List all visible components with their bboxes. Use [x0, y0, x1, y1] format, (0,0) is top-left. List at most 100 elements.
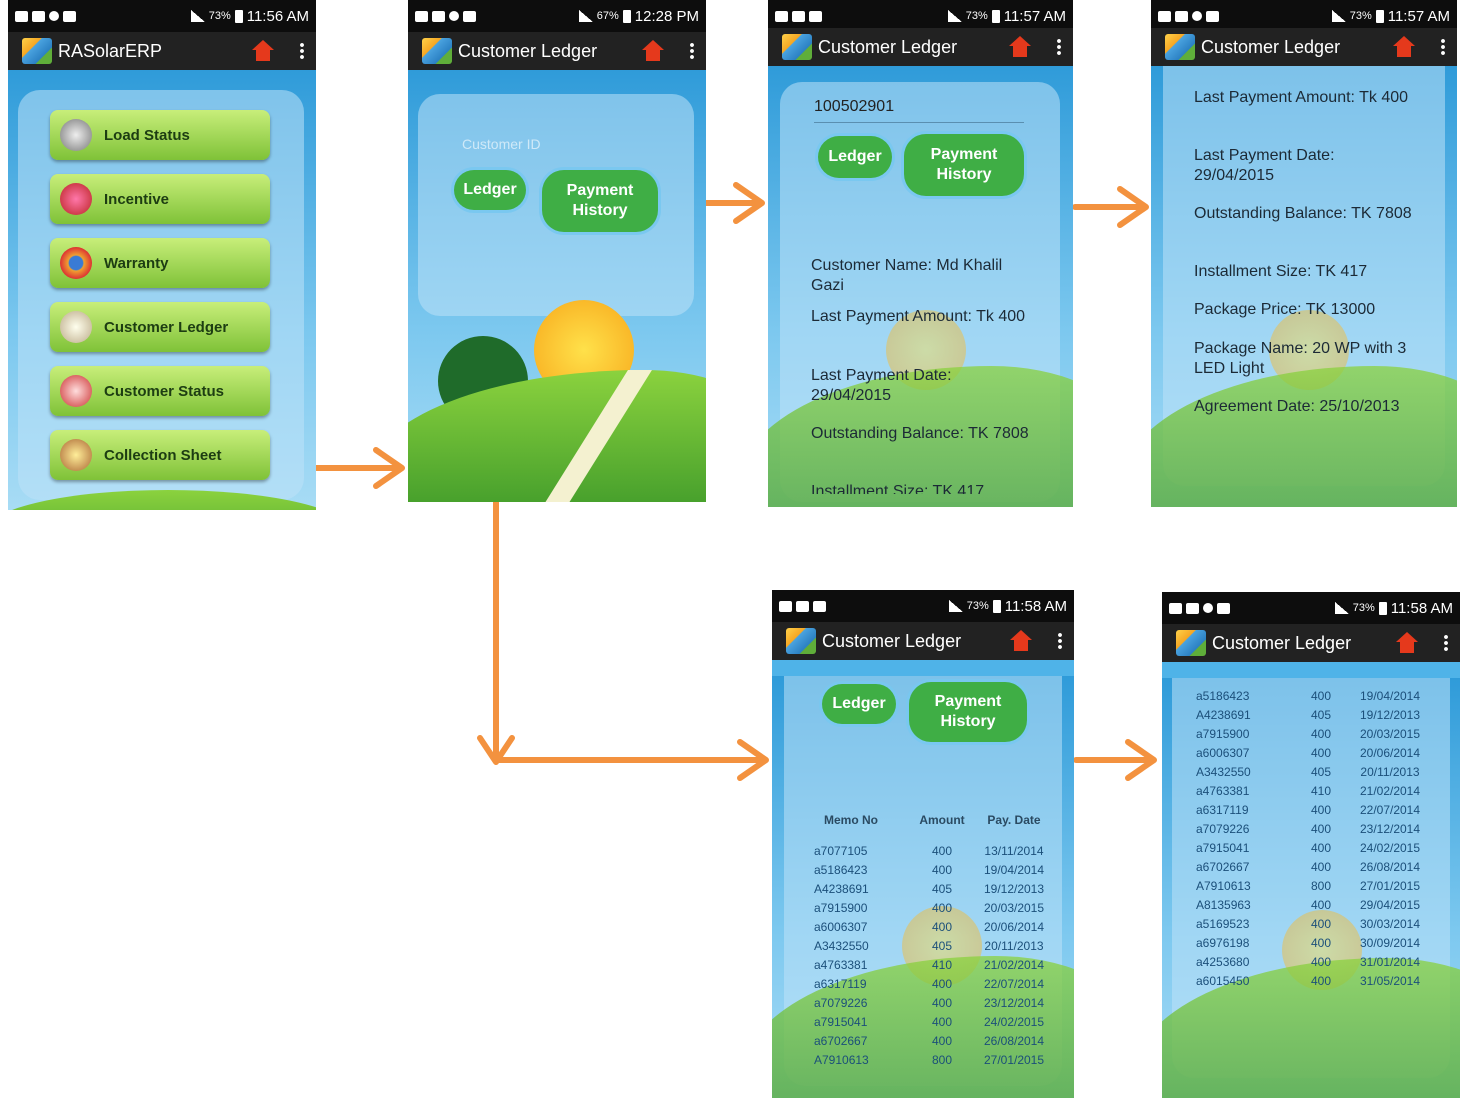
- table-row: a6976198 400 30/09/2014: [1196, 933, 1430, 952]
- action-bar: Customer Ledger: [1162, 624, 1460, 662]
- cell-pay-date: 26/08/2014: [1359, 859, 1421, 874]
- detail-agreement-date: Agreement Date: 25/10/2013: [1194, 398, 1400, 415]
- table-row: A7910613 800 27/01/2015: [1196, 876, 1430, 895]
- cell-amount: 400: [931, 900, 953, 915]
- cell-amount: 400: [931, 862, 953, 877]
- screen-customer-ledger-input: 67% 12:28 PM Customer Ledger Customer ID …: [408, 0, 706, 502]
- table-row: A3432550 405 20/11/2013: [1196, 762, 1430, 781]
- table-row: a7915900 400 20/03/2015: [1196, 724, 1430, 743]
- ledger-button[interactable]: Ledger: [454, 170, 526, 210]
- background: Last Payment Amount: Tk 400 Last Payment…: [1151, 66, 1457, 507]
- cell-amount: 800: [931, 1052, 953, 1067]
- arrow-details-to-more: [1072, 186, 1149, 228]
- ledger-button[interactable]: Ledger: [818, 136, 892, 178]
- overflow-menu-icon[interactable]: [1441, 38, 1445, 56]
- menu-customer-ledger[interactable]: Customer Ledger: [50, 302, 270, 352]
- menu-label: Warranty: [104, 254, 169, 272]
- cell-memo-no: a6317119: [814, 976, 867, 991]
- cell-memo-no: A4238691: [814, 881, 869, 896]
- cell-amount: 400: [931, 1033, 953, 1048]
- table-row: a6006307 400 20/06/2014: [814, 917, 1054, 936]
- cell-pay-date: 21/02/2014: [983, 957, 1045, 972]
- payment-history-button[interactable]: Payment History: [904, 134, 1024, 196]
- cell-amount: 400: [931, 995, 953, 1010]
- table-row: a6702667 400 26/08/2014: [814, 1031, 1054, 1050]
- app-logo-icon: [786, 628, 816, 654]
- cell-pay-date: 21/02/2014: [1359, 783, 1421, 798]
- battery-percent: 73%: [965, 10, 988, 22]
- cell-pay-date: 13/11/2014: [984, 843, 1044, 858]
- payment-history-button[interactable]: Payment History: [542, 170, 658, 232]
- battery-percent: 73%: [1352, 602, 1375, 614]
- table-row: a6317119 400 22/07/2014: [1196, 800, 1430, 819]
- app-logo-icon: [1165, 34, 1195, 60]
- status-time: 11:57 AM: [1003, 7, 1066, 25]
- home-icon[interactable]: [1010, 630, 1032, 652]
- cell-amount: 400: [1310, 935, 1332, 950]
- cell-memo-no: a6006307: [1196, 745, 1250, 760]
- customer-id-input[interactable]: Customer ID: [462, 136, 642, 152]
- home-icon[interactable]: [252, 40, 274, 62]
- menu-customer-status[interactable]: Customer Status: [50, 366, 270, 416]
- battery-percent: 73%: [208, 10, 231, 22]
- table-row: A7910613 800 27/01/2015: [814, 1050, 1054, 1069]
- action-bar: Customer Ledger: [1151, 28, 1457, 66]
- ledger-button[interactable]: Ledger: [822, 684, 896, 724]
- cell-pay-date: 24/02/2015: [983, 1014, 1045, 1029]
- battery-percent: 67%: [596, 10, 619, 22]
- cell-memo-no: A8135963: [1196, 897, 1251, 912]
- detail-last-payment-date: Last Payment Date: 29/04/2015: [1194, 147, 1335, 184]
- menu-load-status[interactable]: Load Status: [50, 110, 270, 160]
- menu-collection-sheet[interactable]: Collection Sheet: [50, 430, 270, 480]
- customer-icon: [60, 375, 92, 407]
- status-time: 11:57 AM: [1387, 7, 1450, 25]
- cell-memo-no: a5186423: [814, 862, 868, 877]
- action-bar: RASolarERP: [8, 32, 316, 70]
- table-row: a7915041 400 24/02/2015: [814, 1012, 1054, 1031]
- cell-memo-no: A7910613: [814, 1052, 869, 1067]
- overflow-menu-icon[interactable]: [690, 42, 694, 60]
- button-label: History: [936, 166, 992, 183]
- action-bar: Customer Ledger: [768, 28, 1073, 66]
- cell-amount: 400: [1310, 802, 1332, 817]
- column-pay-date: Pay. Date: [987, 812, 1041, 827]
- home-icon[interactable]: [1396, 632, 1418, 654]
- column-amount: Amount: [919, 812, 965, 827]
- detail-outstanding-balance: Outstanding Balance: TK 7808: [811, 425, 1029, 442]
- button-label: Payment: [566, 182, 634, 199]
- cell-memo-no: a7915041: [1196, 840, 1250, 855]
- overflow-menu-icon[interactable]: [300, 42, 304, 60]
- screen-main-menu: 73% 11:56 AM RASolarERP Load Status Incen…: [8, 0, 316, 510]
- cell-pay-date: 22/07/2014: [983, 976, 1045, 991]
- menu-warranty[interactable]: Warranty: [50, 238, 270, 288]
- cell-pay-date: 20/03/2015: [983, 900, 1045, 915]
- detail-last-payment-amount: Last Payment Amount: Tk 400: [811, 308, 1026, 325]
- cell-pay-date: 19/12/2013: [983, 881, 1045, 896]
- home-icon[interactable]: [642, 40, 664, 62]
- payment-history-table: a5186423 400 19/04/2014 A4238691 405 19/12/20…: [1196, 686, 1430, 990]
- arrow-table-to-more: [1073, 739, 1157, 781]
- payment-history-button[interactable]: Payment History: [909, 682, 1027, 742]
- overflow-menu-icon[interactable]: [1058, 632, 1062, 650]
- home-icon[interactable]: [1393, 36, 1415, 58]
- customer-id-field[interactable]: 100502901: [814, 98, 1024, 123]
- cell-pay-date: 19/04/2014: [983, 862, 1045, 877]
- table-row: a7079226 400 23/12/2014: [814, 993, 1054, 1012]
- table-row: a6702667 400 26/08/2014: [1196, 857, 1430, 876]
- cell-amount: 410: [931, 957, 953, 972]
- cell-amount: 400: [931, 843, 953, 858]
- home-icon[interactable]: [1009, 36, 1031, 58]
- overflow-menu-icon[interactable]: [1444, 634, 1448, 652]
- cell-pay-date: 20/06/2014: [983, 919, 1045, 934]
- button-label: Payment: [930, 146, 998, 163]
- cell-amount: 400: [1310, 821, 1332, 836]
- app-logo-icon: [22, 38, 52, 64]
- cell-pay-date: 19/04/2014: [1359, 688, 1421, 703]
- cell-amount: 405: [1310, 764, 1332, 779]
- screen-title: Customer Ledger: [1201, 36, 1341, 57]
- cell-pay-date: 20/03/2015: [1359, 726, 1421, 741]
- overflow-menu-icon[interactable]: [1057, 38, 1061, 56]
- cell-pay-date: 27/01/2015: [1359, 878, 1421, 893]
- menu-incentive[interactable]: Incentive: [50, 174, 270, 224]
- detail-installment-size: Installment Size: TK 417: [1194, 263, 1368, 280]
